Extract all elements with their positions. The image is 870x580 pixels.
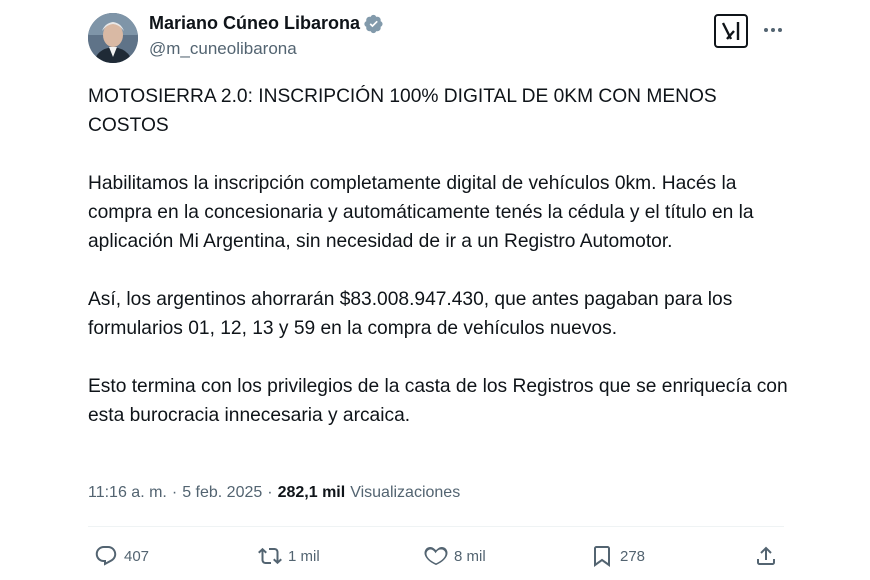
tweet-time[interactable]: 11:16 a. m. <box>88 484 167 502</box>
meta-separator: · <box>267 484 273 501</box>
share-icon <box>757 546 775 565</box>
views-count: 282,1 mil <box>277 484 346 501</box>
tweet-meta: 11:16 a. m. · 5 feb. 2025 · 282,1 mil Vi… <box>88 484 460 502</box>
tweet-paragraph: MOTOSIERRA 2.0: INSCRIPCIÓN 100% DIGITAL… <box>88 86 717 136</box>
tweet-paragraph: Así, los argentinos ahorrarán $83.008.94… <box>88 289 733 339</box>
reply-count: 407 <box>124 547 150 565</box>
retweet-icon <box>258 547 282 565</box>
tweet-text: MOTOSIERRA 2.0: INSCRIPCIÓN 100% DIGITAL… <box>88 82 788 430</box>
tweet-date[interactable]: 5 feb. 2025 <box>182 484 262 502</box>
reply-button[interactable]: 407 <box>94 540 149 572</box>
like-count: 8 mil <box>454 547 486 565</box>
meta-separator: · <box>171 484 178 501</box>
views-label: Visualizaciones <box>350 484 461 501</box>
grok-icon[interactable] <box>714 14 748 48</box>
repost-count: 1 mil <box>288 547 320 565</box>
repost-button[interactable]: 1 mil <box>258 540 320 572</box>
share-button[interactable] <box>754 540 778 572</box>
bookmark-count: 278 <box>620 547 646 565</box>
author-name-row: Mariano Cúneo Libarona <box>149 13 384 34</box>
more-icon[interactable] <box>762 20 784 40</box>
reply-icon <box>95 546 117 566</box>
action-bar: 407 1 mil 8 mil 278 <box>88 540 784 574</box>
author-name[interactable]: Mariano Cúneo Libarona <box>149 13 360 34</box>
like-button[interactable]: 8 mil <box>424 540 486 572</box>
bookmark-icon <box>594 546 610 567</box>
author-handle[interactable]: @m_cuneolibarona <box>149 39 297 59</box>
tweet-paragraph: Habilitamos la inscripción completamente… <box>88 173 754 252</box>
tweet-paragraph: Esto termina con los privilegios de la c… <box>88 376 788 426</box>
bookmark-button[interactable]: 278 <box>590 540 645 572</box>
divider <box>88 526 784 527</box>
avatar[interactable] <box>88 13 138 63</box>
like-icon <box>424 547 448 566</box>
verified-badge-icon <box>364 14 384 34</box>
